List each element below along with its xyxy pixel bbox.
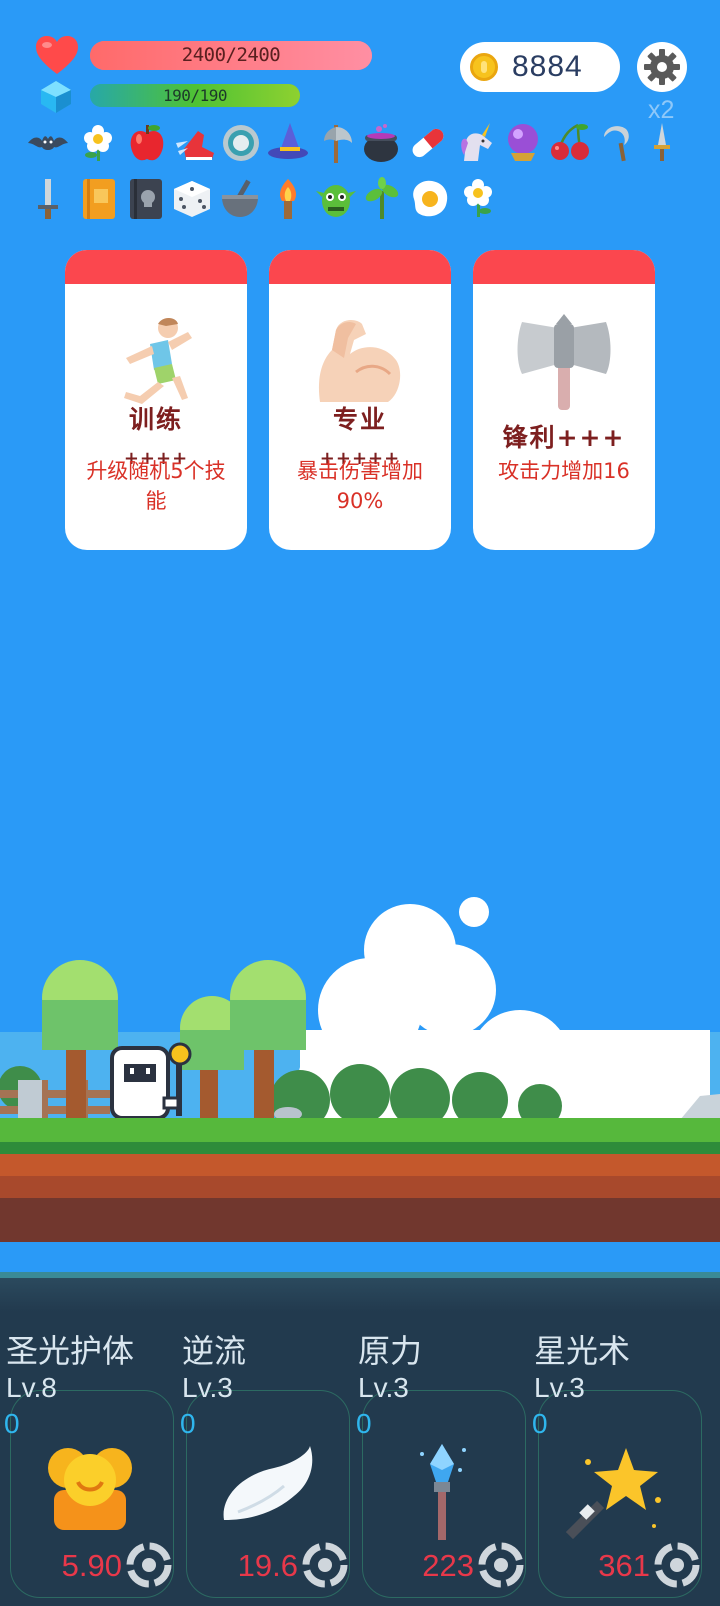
cherry-icon[interactable] xyxy=(548,120,592,166)
mana-bar: 190/190 xyxy=(90,84,300,107)
skill-value: 223 xyxy=(422,1548,474,1583)
mana-text: 190/190 xyxy=(163,86,227,105)
bat-icon[interactable] xyxy=(26,120,70,166)
skill-count: 0 xyxy=(4,1408,20,1439)
hp-bar: 2400/2400 xyxy=(90,41,372,70)
skill-count: 0 xyxy=(532,1408,548,1439)
inventory-row-2 xyxy=(26,176,706,224)
skill-level: Lv.3 xyxy=(534,1372,585,1403)
sapling-icon[interactable] xyxy=(360,176,404,222)
skill-slot-counterflow[interactable]: 逆流 Lv.3 0 19.6 xyxy=(176,1272,352,1606)
dagger-icon[interactable] xyxy=(640,120,684,166)
skill-count: 0 xyxy=(180,1408,196,1439)
dice-icon[interactable] xyxy=(170,176,214,222)
skull-book-icon[interactable] xyxy=(124,176,168,222)
apple-icon[interactable] xyxy=(125,120,169,166)
card-title: 专业 xyxy=(332,405,387,434)
heart-icon xyxy=(36,36,78,74)
crystal-staff-icon xyxy=(420,1444,466,1540)
skill-level: Lv.3 xyxy=(182,1372,233,1403)
skill-slot-starlight[interactable]: 星光术 Lv.3 0 361 xyxy=(528,1272,704,1606)
skill-name: 逆流 xyxy=(182,1333,247,1369)
battle-scene xyxy=(0,897,720,1242)
axe-icon[interactable] xyxy=(314,120,358,166)
card-description: 升级随机5个技能 xyxy=(86,459,226,513)
sword-icon[interactable] xyxy=(26,176,70,222)
hero-character xyxy=(110,1042,192,1120)
card-description: 暴击伤害增加90% xyxy=(297,459,423,513)
card-header xyxy=(65,250,247,284)
unicorn-icon[interactable] xyxy=(454,120,498,166)
winged-shoe-icon[interactable] xyxy=(174,120,218,166)
holy-shield-icon xyxy=(48,1448,132,1530)
skill-name: 星光术 xyxy=(534,1333,631,1369)
torch-icon[interactable] xyxy=(266,176,310,222)
card-title: 锋利+++ xyxy=(502,423,626,452)
skill-value: 361 xyxy=(598,1548,650,1583)
star-wand-icon xyxy=(566,1448,661,1540)
battle-axe-icon xyxy=(517,314,611,410)
mana-gem-icon xyxy=(41,81,71,113)
coin-icon xyxy=(470,53,498,81)
spellbook-icon[interactable] xyxy=(77,176,121,222)
sickle-icon[interactable] xyxy=(594,120,638,166)
card-header xyxy=(473,250,655,284)
fried-egg-icon[interactable] xyxy=(408,176,452,222)
coin-value: 8884 xyxy=(512,50,583,83)
skill-slot-holy-shield[interactable]: 圣光护体 Lv.8 0 5.90 xyxy=(0,1272,176,1606)
mortar-icon[interactable] xyxy=(218,176,262,222)
ring-icon[interactable] xyxy=(219,120,263,166)
upgrade-card-training[interactable]: 训练 ++++ 升级随机5个技能 xyxy=(65,250,247,550)
cauldron-icon[interactable] xyxy=(359,120,403,166)
crystal-ball-icon[interactable] xyxy=(501,120,545,166)
hp-text: 2400/2400 xyxy=(181,44,281,66)
inventory-row-1 xyxy=(26,120,706,168)
gear-icon xyxy=(644,49,680,85)
flower-icon[interactable] xyxy=(76,120,120,166)
upgrade-card-expertise[interactable]: 专业 +++++ 暴击伤害增加90% xyxy=(269,250,451,550)
pill-icon[interactable] xyxy=(406,120,450,166)
skill-slot-force[interactable]: 原力 Lv.3 0 223 xyxy=(352,1272,528,1606)
skill-count: 0 xyxy=(356,1408,372,1439)
card-header xyxy=(269,250,451,284)
flexed-bicep-icon xyxy=(318,320,401,402)
runner-icon xyxy=(124,318,192,404)
cooldown-spinner-icon xyxy=(302,1542,348,1588)
daisy-icon[interactable] xyxy=(456,176,500,222)
skill-level: Lv.3 xyxy=(358,1372,409,1403)
settings-button[interactable] xyxy=(637,42,687,92)
upgrade-card-sharpness[interactable]: 锋利+++ 攻击力增加16 xyxy=(473,250,655,550)
card-description: 攻击力增加16 xyxy=(498,459,630,483)
skill-value: 5.90 xyxy=(61,1548,122,1583)
cooldown-spinner-icon xyxy=(126,1542,172,1588)
cooldown-spinner-icon xyxy=(478,1542,524,1588)
goblin-icon[interactable] xyxy=(314,176,358,222)
wizard-hat-icon[interactable] xyxy=(266,120,310,166)
card-title: 训练 xyxy=(128,405,183,434)
skill-value: 19.6 xyxy=(237,1548,298,1583)
wing-icon xyxy=(223,1446,313,1520)
cooldown-spinner-icon xyxy=(654,1542,700,1588)
coin-counter: 8884 xyxy=(460,42,620,92)
skill-name: 圣光护体 xyxy=(6,1333,135,1369)
skill-level: Lv.8 xyxy=(6,1372,57,1403)
skill-name: 原力 xyxy=(358,1333,423,1369)
